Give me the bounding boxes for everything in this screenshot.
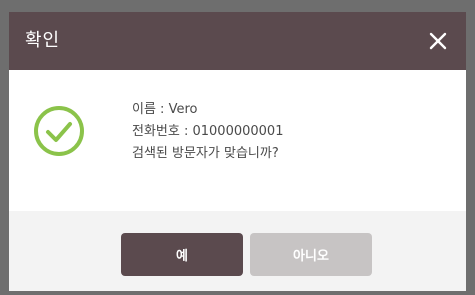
- yes-button[interactable]: 예: [121, 233, 243, 276]
- no-button[interactable]: 아니오: [250, 233, 372, 276]
- visitor-phone-text: 전화번호 : 01000000001: [132, 124, 284, 139]
- dialog-body: 이름 : Vero 전화번호 : 01000000001 검색된 방문자가 맞습…: [9, 70, 466, 211]
- confirm-dialog: 확인 이름 : Vero 전화번호 : 01000000001 검색된 방문자가…: [9, 12, 466, 291]
- dialog-message: 이름 : Vero 전화번호 : 01000000001 검색된 방문자가 맞습…: [132, 99, 283, 165]
- confirm-question-text: 검색된 방문자가 맞습니까?: [132, 146, 279, 161]
- check-circle-icon: [33, 105, 85, 157]
- visitor-name-text: 이름 : Vero: [132, 102, 198, 117]
- dialog-title: 확인: [25, 30, 61, 51]
- dialog-title-bar: 확인: [9, 12, 466, 70]
- close-icon[interactable]: [426, 29, 450, 53]
- dialog-footer: 예 아니오: [9, 211, 466, 291]
